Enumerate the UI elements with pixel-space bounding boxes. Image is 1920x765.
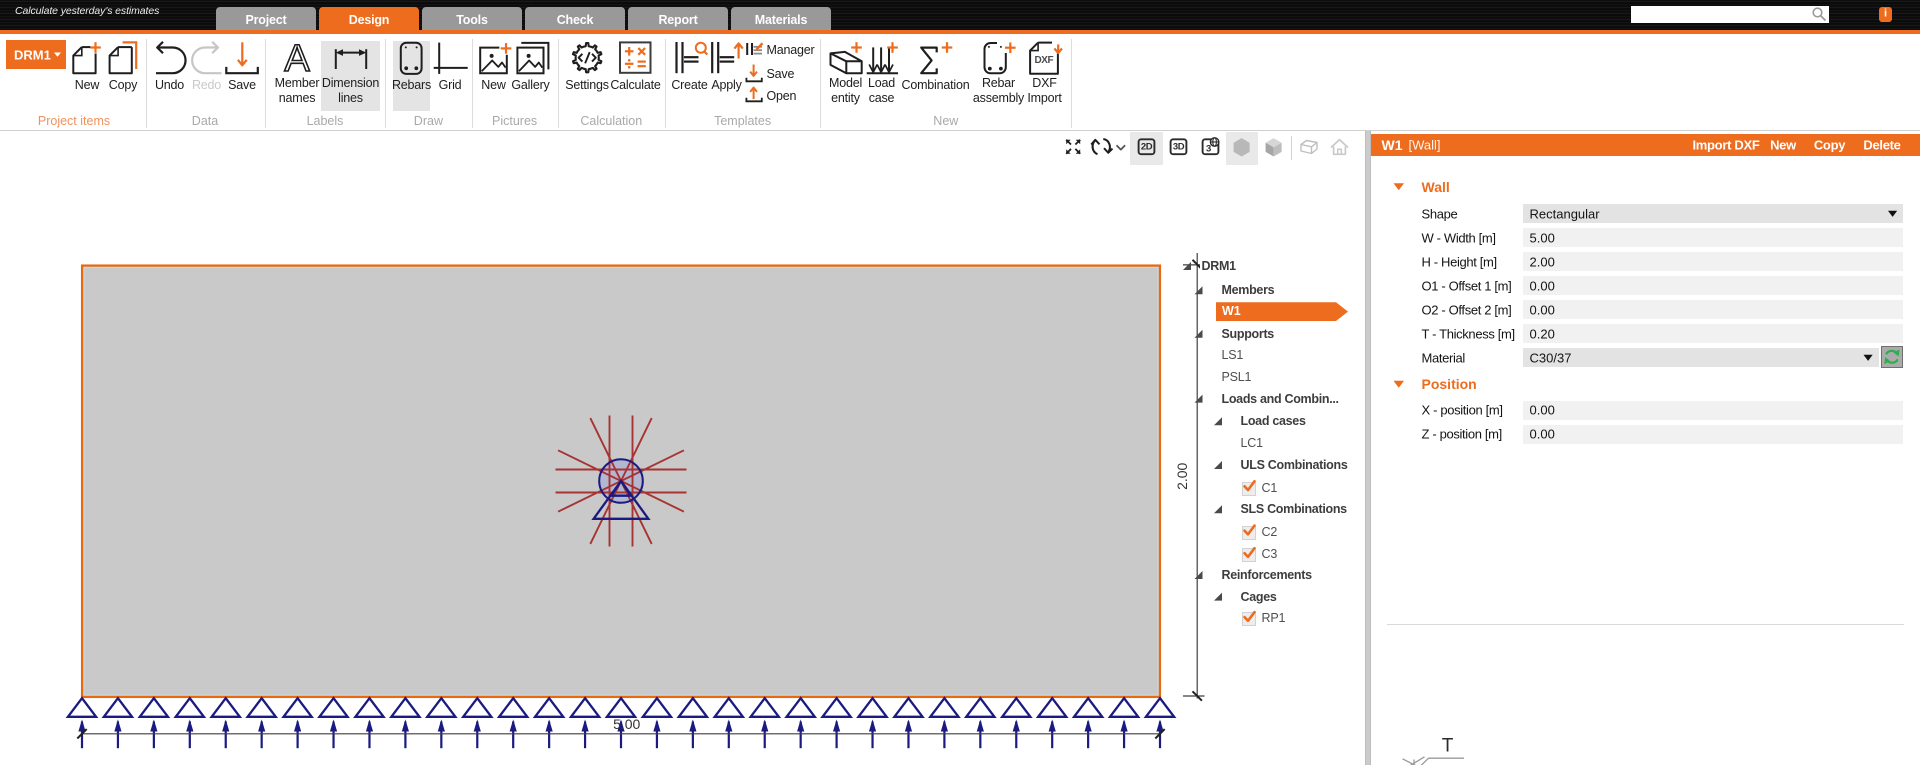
svg-text:2.00: 2.00 [1174, 462, 1190, 489]
svg-text:A: A [284, 38, 310, 80]
